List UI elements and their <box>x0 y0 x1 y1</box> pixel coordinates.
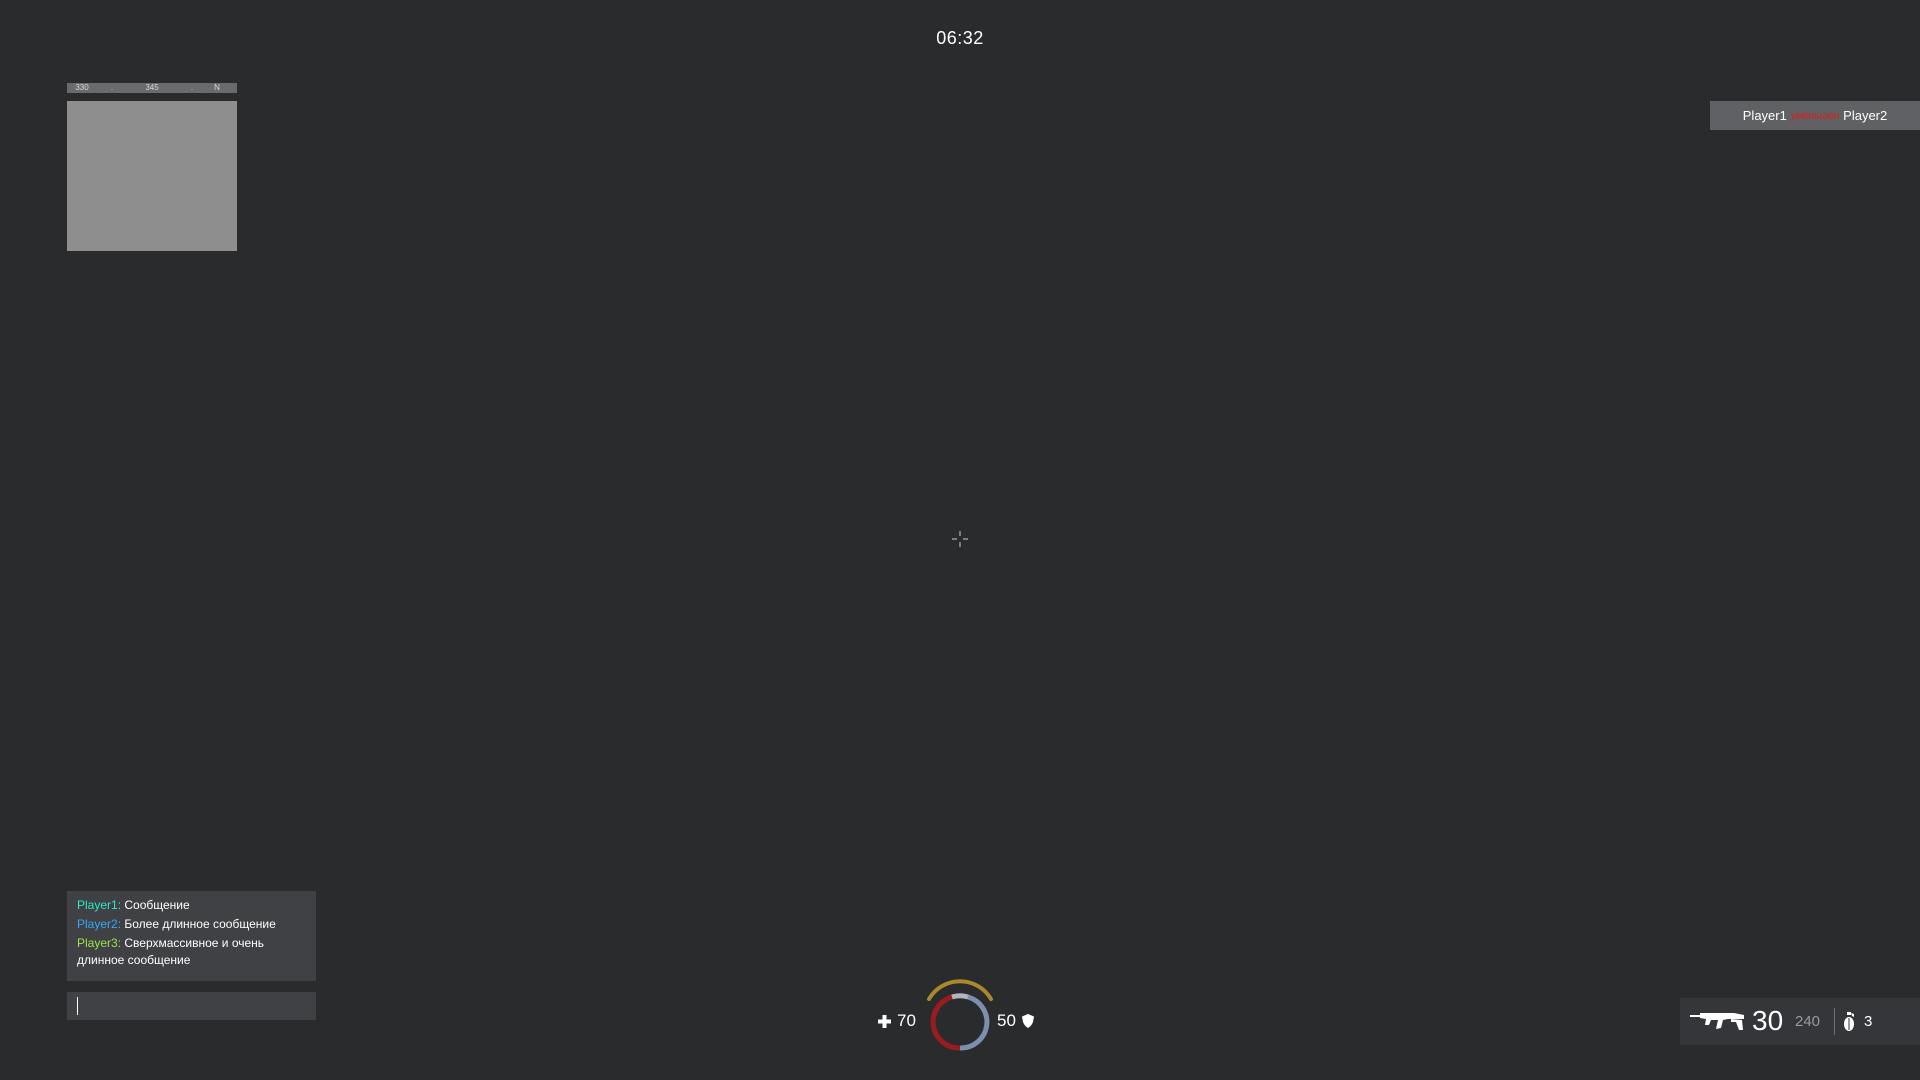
chat-message: Player3: Сверхмассивное и очень длинное … <box>77 935 306 969</box>
compass-label: 330 <box>75 83 89 92</box>
compass-label: . <box>110 83 114 92</box>
compass-strip: 330 . 345 . N <box>67 83 237 93</box>
ammo-clip: 30 <box>1752 1005 1784 1036</box>
compass-label: 345 <box>145 83 159 92</box>
chat-message: Player2: Более длинное сообщение <box>77 916 306 933</box>
ammo-divider <box>1834 1008 1835 1035</box>
chat-log: Player1: Сообщение Player2: Более длинно… <box>67 891 316 981</box>
round-timer: 06:32 <box>936 28 984 48</box>
shield-icon <box>1021 1014 1034 1028</box>
health-display: 70 <box>878 1010 916 1032</box>
vitals-ring-icon <box>927 979 993 1051</box>
chat-message-text: Сообщение <box>124 898 190 912</box>
chat-player-name: Player2: <box>77 917 122 931</box>
chat-input[interactable] <box>67 992 316 1020</box>
minimap <box>67 101 237 251</box>
grenade-count: 3 <box>1864 1013 1873 1030</box>
ammo-reserve: 240 <box>1795 1013 1821 1030</box>
killfeed-victim: Player2 <box>1843 108 1888 123</box>
compass-label: . <box>190 83 194 92</box>
chat-player-name: Player3: <box>77 936 122 950</box>
chat-message: Player1: Сообщение <box>77 897 306 914</box>
plus-icon <box>878 1014 891 1028</box>
rifle-icon <box>1690 1013 1744 1030</box>
text-caret <box>77 997 78 1015</box>
armor-value: 50 <box>997 1011 1016 1030</box>
killfeed-killer: Player1 <box>1742 108 1787 123</box>
health-value: 70 <box>897 1011 916 1030</box>
compass-label: N <box>214 83 220 92</box>
armor-display: 50 <box>997 1010 1034 1032</box>
killfeed-entry: Player1 уменьшен Player2 <box>1710 101 1920 130</box>
killfeed-weapon: уменьшен <box>1790 109 1840 122</box>
chat-message-text: Более длинное сообщение <box>124 917 276 931</box>
grenade-icon <box>1844 1012 1854 1031</box>
crosshair-icon <box>952 531 968 547</box>
chat-player-name: Player1: <box>77 898 122 912</box>
